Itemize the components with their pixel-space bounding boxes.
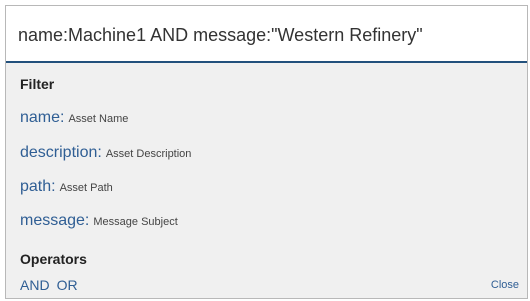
filter-item-description[interactable]: description: Asset Description bbox=[20, 144, 191, 162]
filter-description: Asset Name bbox=[68, 113, 129, 125]
filter-description: Asset Description bbox=[105, 148, 192, 160]
filter-section-title: Filter bbox=[20, 76, 55, 92]
filter-description: Message Subject bbox=[93, 216, 178, 228]
search-suggestions-panel: name:Machine1 AND message:"Western Refin… bbox=[5, 5, 528, 299]
search-query-text[interactable]: name:Machine1 AND message:"Western Refin… bbox=[18, 25, 423, 46]
filter-key[interactable]: description: bbox=[20, 144, 102, 161]
filter-item-name[interactable]: name: Asset Name bbox=[20, 109, 128, 127]
operators-list: AND OR bbox=[20, 277, 85, 293]
filter-key[interactable]: path: bbox=[20, 178, 56, 195]
operators-section-title: Operators bbox=[20, 251, 87, 267]
filter-item-message[interactable]: message: Message Subject bbox=[20, 212, 178, 230]
filter-description: Asset Path bbox=[59, 182, 113, 194]
search-query-bar[interactable]: name:Machine1 AND message:"Western Refin… bbox=[6, 6, 527, 63]
operator-and[interactable]: AND bbox=[20, 277, 50, 293]
close-link[interactable]: Close bbox=[491, 279, 519, 291]
filter-key[interactable]: name: bbox=[20, 109, 64, 126]
filter-item-path[interactable]: path: Asset Path bbox=[20, 178, 113, 196]
filter-key[interactable]: message: bbox=[20, 212, 89, 229]
operator-or[interactable]: OR bbox=[57, 277, 78, 293]
